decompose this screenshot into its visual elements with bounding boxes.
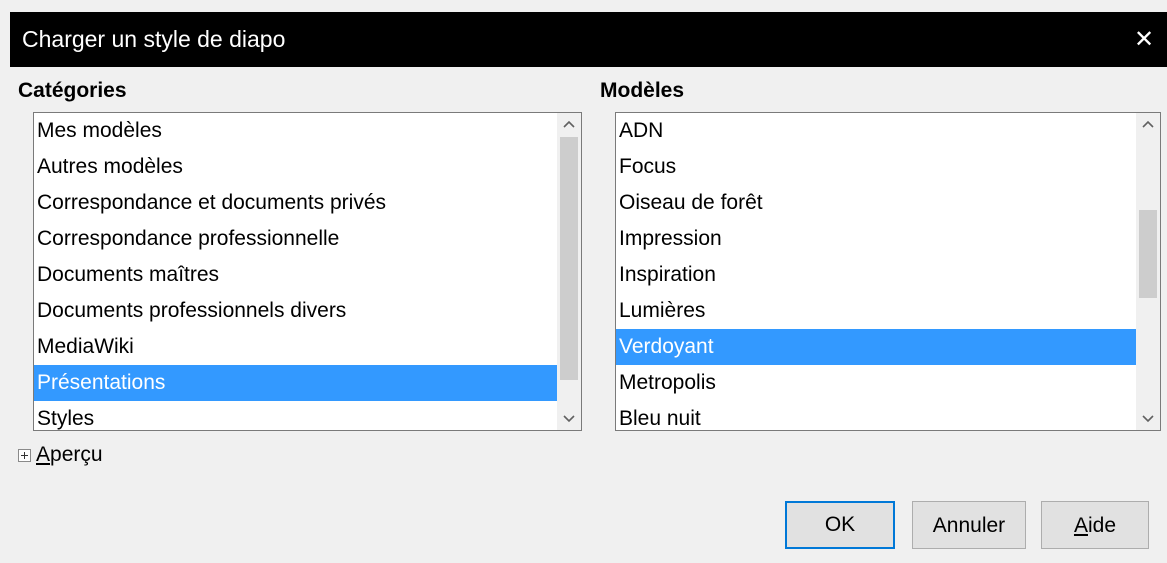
category-item[interactable]: Documents maîtres [34,257,557,293]
scroll-up-icon[interactable] [1136,113,1160,135]
dialog-title: Charger un style de diapo [22,26,286,52]
category-item[interactable]: Correspondance et documents privés [34,185,557,221]
categories-scroll-thumb[interactable] [560,137,578,380]
template-item[interactable]: Bleu nuit [616,401,1136,430]
dialog-body: Catégories Modèles Mes modèles Autres mo… [10,67,1167,563]
template-item[interactable]: Inspiration [616,257,1136,293]
templates-label: Modèles [600,79,685,102]
category-item[interactable]: Mes modèles [34,113,557,149]
template-item[interactable]: Focus [616,149,1136,185]
scroll-down-icon[interactable] [1136,408,1160,430]
template-item[interactable]: ADN [616,113,1136,149]
template-item[interactable]: Lumières [616,293,1136,329]
categories-label: Catégories [18,79,127,102]
category-item[interactable]: Styles [34,401,557,430]
help-label-rest: ide [1087,514,1117,537]
preview-label[interactable]: Aperçu [36,443,103,467]
scroll-down-icon[interactable] [557,408,581,430]
template-item[interactable]: Oiseau de forêt [616,185,1136,221]
templates-scroll-thumb[interactable] [1139,210,1157,298]
categories-list: Mes modèles Autres modèles Correspondanc… [34,113,557,430]
templates-listbox[interactable]: ADN Focus Oiseau de forêt Impression Ins… [615,112,1161,431]
template-item[interactable]: Impression [616,221,1136,257]
title-bar: Charger un style de diapo ✕ [10,12,1167,67]
dialog-window: Charger un style de diapo ✕ Catégories M… [0,0,1167,563]
template-item[interactable]: Metropolis [616,365,1136,401]
category-item[interactable]: Autres modèles [34,149,557,185]
templates-scrollbar[interactable] [1136,113,1160,430]
close-icon[interactable]: ✕ [1121,12,1167,67]
preview-expander[interactable]: Aperçu [18,443,103,467]
ok-button[interactable]: OK [785,501,895,549]
preview-label-rest: perçu [50,443,103,466]
scroll-up-icon[interactable] [557,113,581,135]
categories-scrollbar[interactable] [557,113,581,430]
template-item-selected[interactable]: Verdoyant [616,329,1136,365]
preview-mnemonic: A [36,443,51,466]
templates-list: ADN Focus Oiseau de forêt Impression Ins… [616,113,1136,430]
help-mnemonic: A [1073,514,1088,537]
category-item[interactable]: Correspondance professionnelle [34,221,557,257]
category-item[interactable]: MediaWiki [34,329,557,365]
help-button[interactable]: Aide [1041,501,1149,549]
cancel-button[interactable]: Annuler [912,501,1026,549]
category-item-selected[interactable]: Présentations [34,365,557,401]
category-item[interactable]: Documents professionnels divers [34,293,557,329]
plus-box-icon[interactable] [18,448,31,462]
categories-listbox[interactable]: Mes modèles Autres modèles Correspondanc… [33,112,582,431]
